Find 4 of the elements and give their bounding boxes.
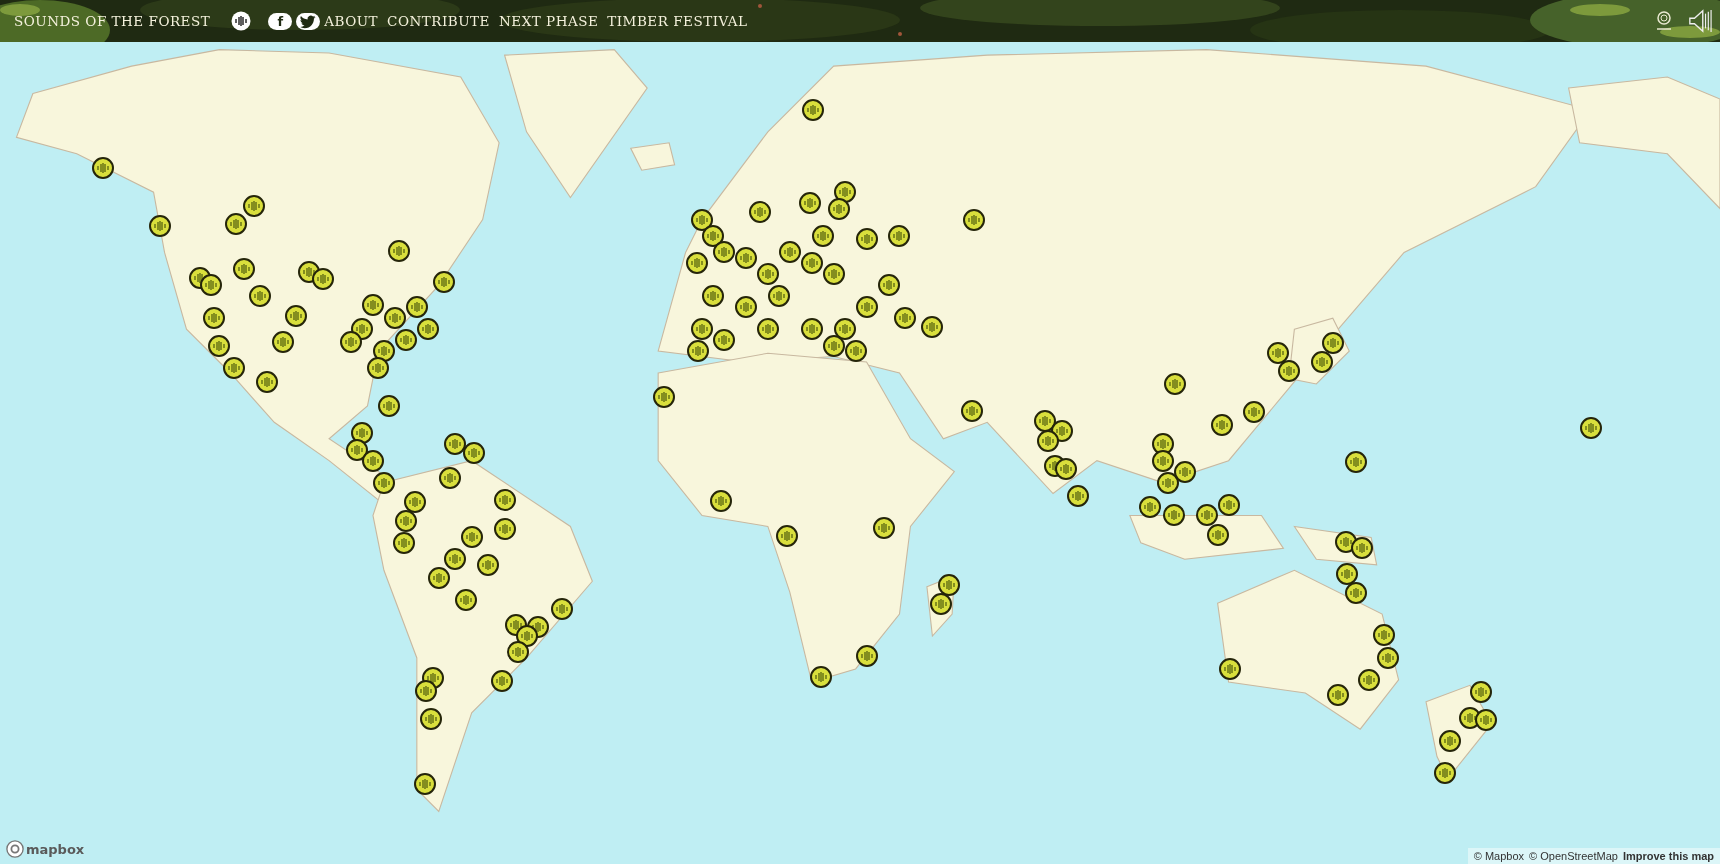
attribution-link[interactable]: © Mapbox	[1473, 850, 1525, 862]
attribution-link[interactable]: © OpenStreetMap	[1529, 850, 1618, 862]
attribution-link[interactable]: Improve this map	[1622, 850, 1714, 862]
mapbox-logo[interactable]: mapbox	[6, 840, 85, 858]
